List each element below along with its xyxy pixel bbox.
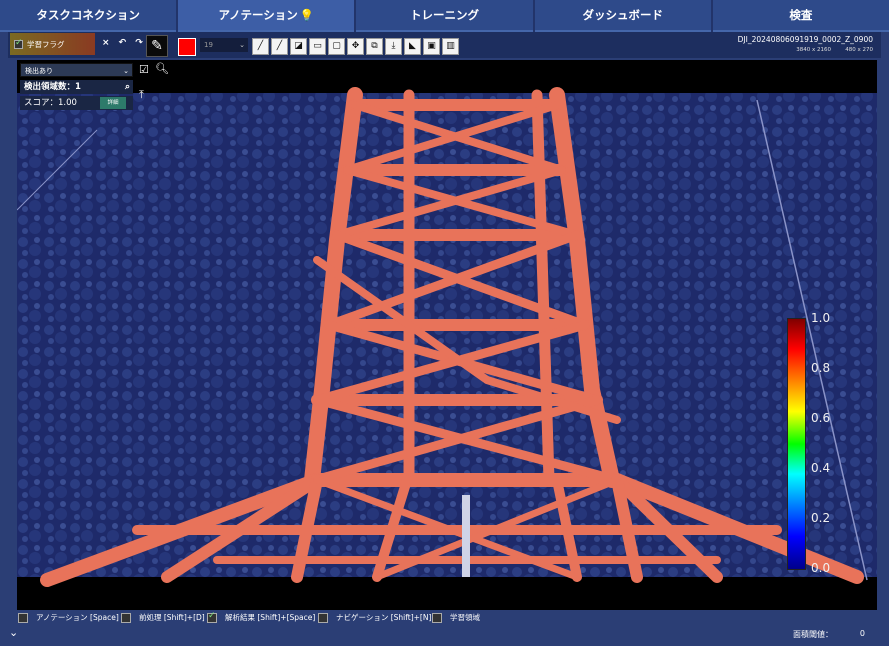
area-threshold-value[interactable]: 0 [860,629,865,638]
toggle-learning-area[interactable]: 学習領域 [432,612,480,623]
detail-button[interactable]: 詳細 [100,97,126,109]
fill-tool-icon[interactable]: ▢ [328,38,345,55]
image-info-icon[interactable]: ▣ [423,38,440,55]
chevron-down-icon: ⌄ [239,41,245,49]
tab-training[interactable]: トレーニング [356,0,533,32]
brush-size-value: 19 [204,41,213,49]
tab-label: タスクコネクション [36,8,140,22]
colorbar-scale [787,318,806,570]
toggle-label: 前処理 [Shift]+[D] [139,613,205,622]
tab-dashboard[interactable]: ダッシュボード [534,0,711,32]
checkbox[interactable] [432,612,442,623]
bottom-bar: アノテーション [Space] 前処理 [Shift]+[D] 解析結果 [Sh… [0,610,889,646]
colorbar-label: 0.6 [811,411,831,425]
detection-count: 検出領域数：1 ⌕ [20,80,133,94]
detection-filter-value: 検出あり [25,67,53,75]
tab-label: トレーニング [410,8,479,22]
undo-redo-group[interactable]: × ↶ ↷ [102,38,146,48]
eraser-tool-icon[interactable]: ◪ [290,38,307,55]
checkbox[interactable] [207,611,217,623]
pen-tool-icon[interactable]: ✎ [146,35,168,57]
drawing-tools: ╱ ╱ ◪ ▭ ▢ ✥ ⧉ ⤓ ◣ ▣ ▥ [252,38,459,55]
toggle-label: 学習領域 [450,613,480,622]
image-resolution: 3840 x 2160 [796,47,831,53]
annotation-toolbar: 学習フラグ × ↶ ↷ ✎ 19⌄ ╱ ╱ ◪ ▭ ▢ ✥ ⧉ ⤓ ◣ ▣ ▥ … [8,32,881,58]
colorbar-label: 0.8 [811,361,831,375]
thin-line-tool-icon[interactable]: ╱ [271,38,288,55]
main-tabs: タスクコネクション アノテーション 💡 トレーニング ダッシュボード 検査 [0,0,889,32]
copy-tool-icon[interactable]: ⧉ [366,38,383,55]
file-name: DJI_20240806091919_0002_Z_0900 [737,35,873,44]
learning-flag-checkbox[interactable] [14,38,23,49]
learning-flag-label: 学習フラグ [27,39,65,49]
learning-flag-toggle[interactable]: 学習フラグ [10,33,95,55]
colorbar-label: 0.4 [811,461,831,475]
line-tool-icon[interactable]: ╱ [252,38,269,55]
triangle-tool-icon[interactable]: ◣ [404,38,421,55]
rect-tool-icon[interactable]: ▭ [309,38,326,55]
download-tool-icon[interactable]: ⤓ [385,38,402,55]
check-box-icon[interactable]: ☑ [139,63,149,76]
tab-label: ダッシュボード [582,8,663,22]
image-viewer[interactable] [17,60,877,610]
toggle-label: 解析結果 [Shift]+[Space] [225,613,316,622]
checkbox[interactable] [18,612,28,623]
heatmap-image [17,87,877,587]
colorbar-label: 0.0 [811,561,831,575]
toggle-annotation[interactable]: アノテーション [Space] [18,612,119,623]
detection-count-label: 検出領域数：1 [24,82,81,92]
checkbox[interactable] [318,612,328,623]
display-resolution: 480 x 270 [845,47,873,53]
move-tool-icon[interactable]: ✥ [347,38,364,55]
brush-color-swatch[interactable] [178,38,196,56]
upload-icon[interactable]: ⤒ [139,88,144,102]
toggle-label: アノテーション [Space] [36,613,119,622]
tab-label: アノテーション [218,8,298,22]
tab-task-connection[interactable]: タスクコネクション [0,0,177,32]
colorbar-label: 1.0 [811,311,831,325]
area-threshold-label: 面積閾値： [793,630,833,639]
tab-label: 検査 [789,8,813,22]
chevron-down-icon: ⌄ [123,67,129,75]
chart-icon[interactable]: ▥ [442,38,459,55]
tab-annotation[interactable]: アノテーション 💡 [178,0,355,32]
brush-size-select[interactable]: 19 ⌄ [200,38,248,52]
toggle-navigation[interactable]: ナビゲーション [Shift]+[N] [318,612,431,623]
tab-inspection[interactable]: 検査 [712,0,889,32]
chevron-down-icon[interactable]: ⌄ [9,626,18,639]
toggle-preprocess[interactable]: 前処理 [Shift]+[D] [121,612,205,623]
toggle-label: ナビゲーション [Shift]+[N] [336,613,432,622]
toggle-analysis-result[interactable]: 解析結果 [Shift]+[Space] [207,611,316,623]
lightbulb-icon: 💡 [299,8,315,22]
search-icon[interactable]: 🔍︎ [155,62,169,75]
detection-filter-select[interactable]: 検出あり ⌄ [20,63,133,77]
colorbar-label: 0.2 [811,511,831,525]
magnifier-icon[interactable]: ⌕ [125,80,130,94]
checkbox[interactable] [121,612,131,623]
